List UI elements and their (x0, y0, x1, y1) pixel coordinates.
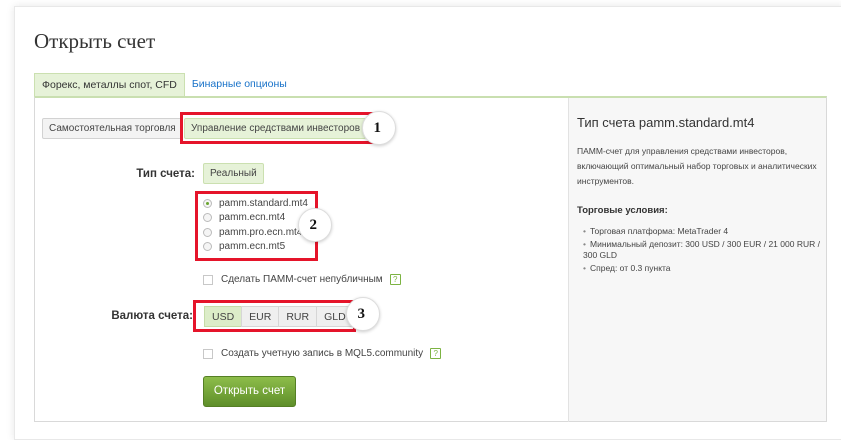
open-account-button[interactable]: Открыть счет (203, 376, 296, 407)
sidebar-description: ПАММ-счет для управления средствами инве… (577, 146, 817, 186)
conditions-list: Торговая платформа: MetaTrader 4 Минимал… (583, 226, 823, 275)
annotation-badge-3: 3 (346, 297, 380, 331)
private-account-row: Сделать ПАММ-счет непубличным ? (203, 274, 401, 285)
private-account-label: Сделать ПАММ-счет непубличным (221, 274, 383, 285)
page-title: Открыть счет (34, 29, 156, 53)
tab-binary-options[interactable]: Бинарные опционы (185, 73, 294, 97)
mql5-account-row: Создать учетную запись в MQL5.community … (203, 348, 442, 359)
annotation-box-3 (193, 300, 356, 332)
help-icon[interactable]: ? (430, 348, 442, 359)
conditions-title: Торговые условия: (577, 205, 668, 216)
currency-label: Валюта счета: (111, 310, 193, 322)
mql5-account-checkbox[interactable] (203, 348, 213, 359)
annotation-box-1 (180, 112, 374, 144)
sidebar-title: Тип счета pamm.standard.mt4 (577, 115, 755, 130)
tab-forex[interactable]: Форекс, металлы спот, CFD (34, 73, 185, 97)
account-type-real-button[interactable]: Реальный (203, 163, 264, 184)
help-icon[interactable]: ? (389, 274, 401, 285)
condition-item: Спред: от 0.3 пункта (583, 263, 823, 275)
annotation-badge-1: 1 (362, 111, 396, 145)
condition-item: Торговая платформа: MetaTrader 4 (583, 226, 823, 238)
private-account-checkbox[interactable] (203, 274, 213, 285)
condition-item: Минимальный депозит: 300 USD / 300 EUR /… (583, 239, 823, 262)
account-tabs: Форекс, металлы спот, CFD Бинарные опцио… (34, 73, 294, 97)
self-trading-button[interactable]: Самостоятельная торговля (42, 118, 183, 139)
annotation-badge-2: 2 (298, 208, 332, 242)
account-type-label: Тип счета: (136, 168, 195, 180)
panel-divider (568, 98, 569, 422)
mql5-account-label: Создать учетную запись в MQL5.community (221, 348, 424, 359)
